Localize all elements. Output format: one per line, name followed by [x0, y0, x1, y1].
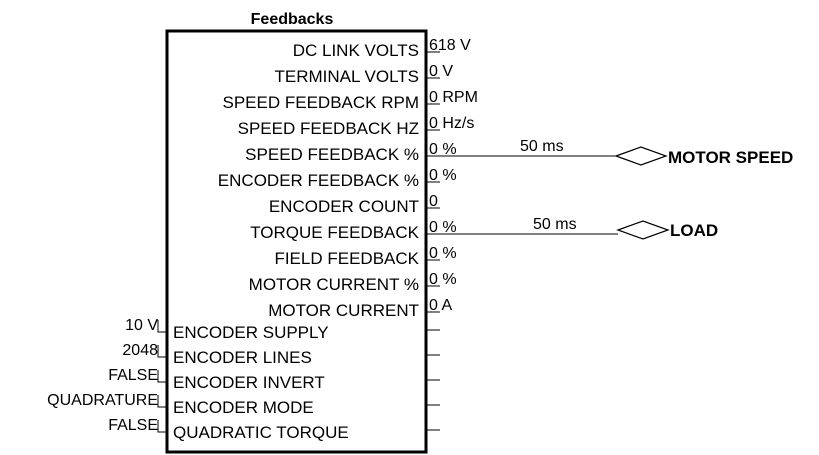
output-label-dc-link-volts: DC LINK VOLTS: [293, 41, 419, 60]
output-value-field-feedback[interactable]: 0 %: [429, 245, 457, 262]
connector-diamond-icon: [616, 220, 670, 240]
input-labels: ENCODER SUPPLY ENCODER LINES ENCODER INV…: [173, 323, 349, 442]
input-value-encoder-mode[interactable]: QUADRATURE: [47, 392, 158, 409]
output-value-motor-current[interactable]: 0 A: [429, 297, 452, 314]
connection-motor-speed[interactable]: 50 ms MOTOR SPEED: [426, 138, 793, 167]
output-value-speed-feedback-rpm[interactable]: 0 RPM: [429, 89, 478, 106]
output-label-motor-current-pct: MOTOR CURRENT %: [249, 275, 419, 294]
output-labels: DC LINK VOLTS TERMINAL VOLTS SPEED FEEDB…: [218, 41, 420, 320]
output-values: 618 V 0 V 0 RPM 0 Hz/s 0 % 0 % 0 0 % 0 %…: [429, 37, 478, 314]
output-value-speed-feedback-hz[interactable]: 0 Hz/s: [429, 115, 474, 132]
connector-diamond-icon: [614, 146, 668, 166]
input-value-encoder-supply[interactable]: 10 V: [125, 317, 158, 334]
tag-load: LOAD: [670, 221, 718, 240]
input-label-quadratic-torque: QUADRATIC TORQUE: [173, 423, 349, 442]
input-value-encoder-invert[interactable]: FALSE: [108, 367, 158, 384]
unconnected-output-stubs: [426, 329, 440, 431]
input-label-encoder-mode: ENCODER MODE: [173, 398, 314, 417]
output-label-speed-feedback-hz: SPEED FEEDBACK HZ: [238, 119, 419, 138]
input-values: 10 V 2048 FALSE QUADRATURE FALSE: [47, 317, 158, 434]
output-value-dc-link-volts[interactable]: 618 V: [429, 37, 471, 54]
connection-load[interactable]: 50 ms LOAD: [426, 216, 718, 240]
output-label-field-feedback: FIELD FEEDBACK: [274, 249, 419, 268]
connection-time-label: 50 ms: [533, 216, 577, 233]
output-value-terminal-volts[interactable]: 0 V: [429, 63, 453, 80]
input-value-quadratic-torque[interactable]: FALSE: [108, 417, 158, 434]
input-label-encoder-supply: ENCODER SUPPLY: [173, 323, 329, 342]
output-value-speed-feedback-pct[interactable]: 0 %: [429, 141, 457, 158]
input-label-encoder-invert: ENCODER INVERT: [173, 373, 325, 392]
output-value-encoder-feedback-pct[interactable]: 0 %: [429, 167, 457, 184]
block-title: Feedbacks: [251, 11, 334, 28]
output-label-motor-current: MOTOR CURRENT: [268, 301, 419, 320]
output-label-encoder-feedback-pct: ENCODER FEEDBACK %: [218, 171, 419, 190]
input-value-encoder-lines[interactable]: 2048: [122, 342, 158, 359]
input-label-encoder-lines: ENCODER LINES: [173, 348, 312, 367]
feedbacks-diagram: Feedbacks DC LINK VOLTS TERMINAL VOLTS S…: [47, 11, 793, 454]
output-label-terminal-volts: TERMINAL VOLTS: [274, 67, 419, 86]
output-value-torque-feedback[interactable]: 0 %: [429, 219, 457, 236]
output-value-motor-current-pct[interactable]: 0 %: [429, 271, 457, 288]
output-label-speed-feedback-pct: SPEED FEEDBACK %: [245, 145, 419, 164]
tag-motor-speed: MOTOR SPEED: [668, 148, 793, 167]
output-label-speed-feedback-rpm: SPEED FEEDBACK RPM: [223, 93, 420, 112]
output-value-encoder-count[interactable]: 0: [429, 193, 438, 210]
output-label-torque-feedback: TORQUE FEEDBACK: [250, 223, 419, 242]
connection-time-label: 50 ms: [520, 138, 564, 155]
output-label-encoder-count: ENCODER COUNT: [269, 197, 419, 216]
